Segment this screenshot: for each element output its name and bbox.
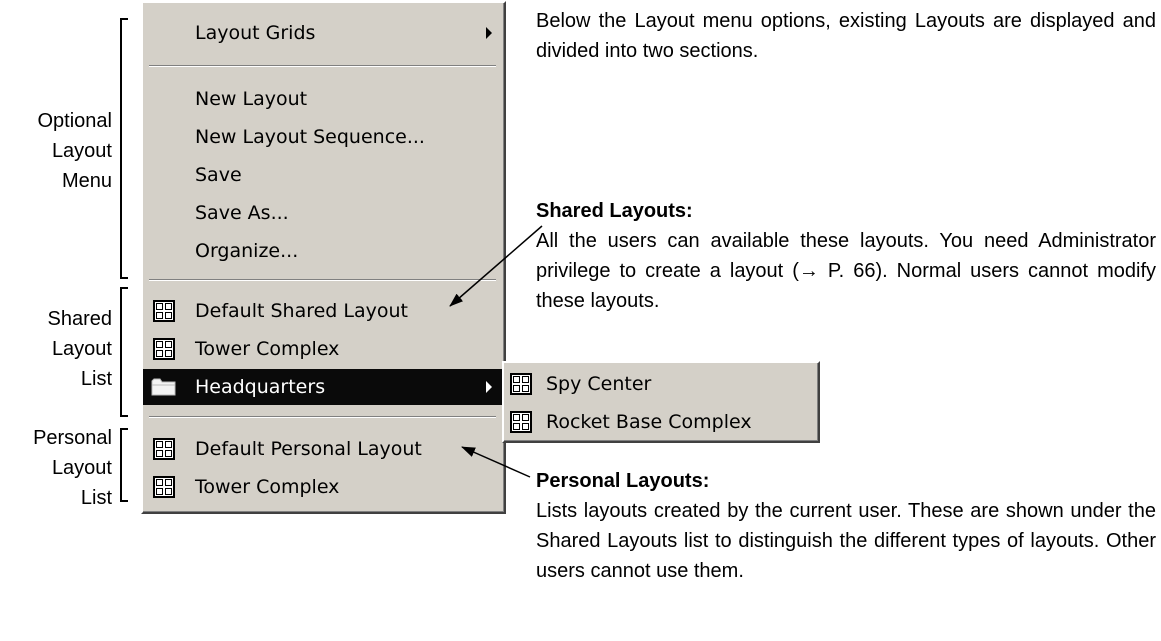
callout-arrows — [449, 225, 543, 478]
shared-callout-arrow — [449, 225, 543, 307]
personal-callout-arrow — [461, 446, 531, 478]
